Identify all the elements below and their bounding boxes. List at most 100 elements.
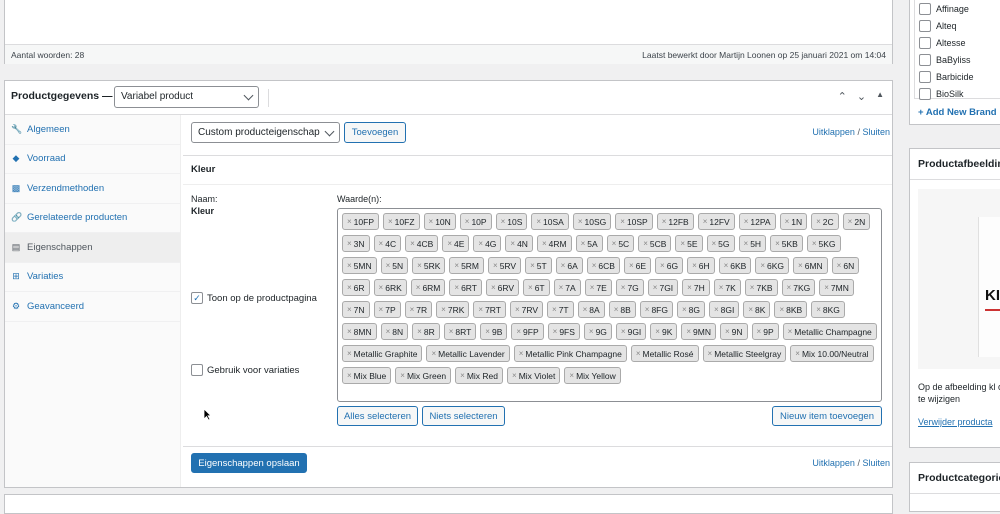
value-chip[interactable]: × 10S [495,213,528,230]
remove-chip-icon[interactable]: × [410,239,415,248]
remove-chip-icon[interactable]: × [837,261,842,270]
select-all-button[interactable]: Alles selecteren [337,406,418,426]
values-multiselect[interactable]: × 10FP × 10FZ × 10N × 10P × 10S × 10SA × 10SG × 10SP × 12… [337,208,882,402]
value-chip[interactable]: × 8A [577,301,605,318]
value-chip[interactable]: × Metallic Pink Champagne [513,345,627,362]
remove-chip-icon[interactable]: × [386,261,391,270]
value-chip[interactable]: × Metallic Graphite [342,345,423,362]
toggle-panel-icon[interactable]: ▲ [876,90,884,103]
value-chip[interactable]: × 5KB [770,235,803,252]
tab-variaties[interactable]: ⊞ Variaties [5,263,180,292]
remove-chip-icon[interactable]: × [553,327,558,336]
remove-chip-icon[interactable]: × [680,239,685,248]
remove-chip-icon[interactable]: × [692,261,697,270]
value-chip[interactable]: × 5E [675,235,703,252]
move-up-icon[interactable]: ⌃ [838,90,847,103]
remove-chip-icon[interactable]: × [788,327,793,336]
remove-chip-icon[interactable]: × [785,217,790,226]
value-chip[interactable]: × 7MN [819,279,854,296]
remove-chip-icon[interactable]: × [760,261,765,270]
value-chip[interactable]: × 6G [655,257,684,274]
remove-chip-icon[interactable]: × [645,305,650,314]
remove-chip-icon[interactable]: × [347,283,352,292]
remove-chip-icon[interactable]: × [612,239,617,248]
remove-chip-icon[interactable]: × [750,283,755,292]
checkbox-unchecked-icon[interactable] [919,53,931,66]
add-new-item-button[interactable]: Nieuw item toevoegen [772,406,882,426]
brand-item[interactable]: BioSilk [915,85,1000,102]
collapse-link[interactable]: Sluiten [862,127,890,137]
value-chip[interactable]: × Metallic Steelgray [702,345,787,362]
collapse-link[interactable]: Sluiten [862,458,890,468]
expand-link[interactable]: Uitklappen [812,127,855,137]
value-chip[interactable]: × Mix Yellow [564,367,621,384]
value-chip[interactable]: × 7RT [473,301,506,318]
remove-chip-icon[interactable]: × [347,371,352,380]
remove-chip-icon[interactable]: × [528,283,533,292]
remove-chip-icon[interactable]: × [561,261,566,270]
remove-chip-icon[interactable]: × [515,305,520,314]
value-chip[interactable]: × 8G [676,301,705,318]
value-chip[interactable]: × 10N [423,213,456,230]
checkbox-unchecked-icon[interactable] [919,36,931,49]
value-chip[interactable]: × Metallic Rosé [630,345,699,362]
add-brand-link[interactable]: + Add New Brand [918,107,997,118]
checkbox-unchecked-icon[interactable] [919,70,931,83]
value-chip[interactable]: × 4CB [405,235,439,252]
value-chip[interactable]: × 8N [380,323,409,340]
tab-eigenschappen[interactable]: ▤ Eigenschappen [5,233,180,263]
value-chip[interactable]: × 4G [473,235,502,252]
value-chip[interactable]: × 9K [650,323,678,340]
value-chip[interactable]: × 6RV [485,279,520,296]
tab-voorraad[interactable]: ◆ Voorraad [5,145,180,174]
value-chip[interactable]: × 5G [706,235,735,252]
remove-chip-icon[interactable]: × [712,239,717,248]
remove-chip-icon[interactable]: × [536,217,541,226]
remove-chip-icon[interactable]: × [812,239,817,248]
remove-chip-icon[interactable]: × [447,239,452,248]
remove-chip-icon[interactable]: × [510,239,515,248]
remove-chip-icon[interactable]: × [501,217,506,226]
value-chip[interactable]: × Mix Red [455,367,504,384]
value-chip[interactable]: × 4RM [536,235,572,252]
select-none-button[interactable]: Niets selecteren [422,406,505,426]
remove-chip-icon[interactable]: × [454,283,459,292]
value-chip[interactable]: × 8K [743,301,771,318]
remove-chip-icon[interactable]: × [744,239,749,248]
remove-chip-icon[interactable]: × [744,217,749,226]
value-chip[interactable]: × 6H [687,257,715,274]
show-on-page-checkbox[interactable]: ✓ Toon op de productpagina [191,292,317,304]
value-chip[interactable]: × 8RT [443,323,477,340]
expand-link[interactable]: Uitklappen [812,458,855,468]
value-chip[interactable]: × 7A [553,279,581,296]
remove-chip-icon[interactable]: × [429,217,434,226]
remove-chip-icon[interactable]: × [478,239,483,248]
remove-chip-icon[interactable]: × [655,327,660,336]
value-chip[interactable]: × 10FZ [383,213,420,230]
save-attributes-button[interactable]: Eigenschappen opslaan [191,453,307,473]
remove-chip-icon[interactable]: × [379,283,384,292]
value-chip[interactable]: × 7KG [781,279,816,296]
remove-chip-icon[interactable]: × [465,217,470,226]
remove-chip-icon[interactable]: × [417,261,422,270]
value-chip[interactable]: × 6RM [410,279,446,296]
value-chip[interactable]: × 8FG [639,301,673,318]
remove-chip-icon[interactable]: × [757,327,762,336]
remove-chip-icon[interactable]: × [589,327,594,336]
move-down-icon[interactable]: ⌄ [857,90,866,103]
brand-item[interactable]: Barbicide [915,68,1000,85]
value-chip[interactable]: × 6N [831,257,860,274]
value-chip[interactable]: × 8GI [709,301,740,318]
remove-chip-icon[interactable]: × [347,261,352,270]
checkbox-unchecked-icon[interactable] [919,19,931,32]
remove-chip-icon[interactable]: × [552,305,557,314]
remove-chip-icon[interactable]: × [379,305,384,314]
tab-algemeen[interactable]: 🔧 Algemeen [5,115,180,145]
tab-gerelateerde-producten[interactable]: 🔗 Gerelateerde producten [5,204,180,233]
value-chip[interactable]: × 6R [342,279,370,296]
value-chip[interactable]: × 8B [608,301,636,318]
remove-chip-icon[interactable]: × [824,283,829,292]
remove-chip-icon[interactable]: × [748,305,753,314]
remove-chip-icon[interactable]: × [787,283,792,292]
remove-chip-icon[interactable]: × [636,349,641,358]
